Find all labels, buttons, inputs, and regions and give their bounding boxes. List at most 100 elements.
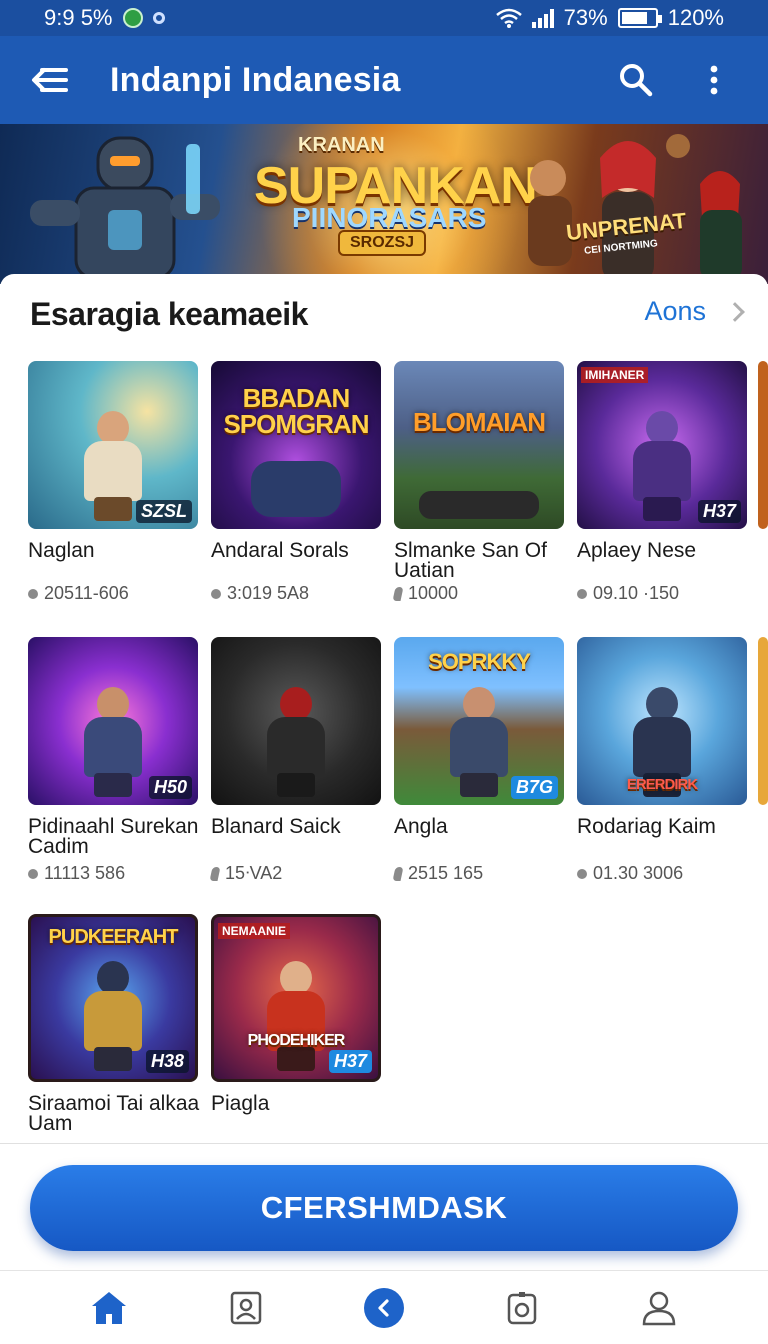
game-badge: H50 [148, 776, 192, 799]
game-card[interactable]: ERERDIRK Rodariag Kaim 01.30 3006 [577, 637, 749, 883]
app-title: Indanpi Indanesia [110, 60, 401, 99]
game-title: Slmanke San Of Uatian [394, 539, 547, 582]
nav-home[interactable] [79, 1278, 139, 1338]
dot-icon [28, 868, 38, 879]
game-card[interactable]: SZSL Naglan 20511-606 [28, 361, 200, 603]
game-title: Blanard Saick [211, 815, 341, 838]
nav-contacts[interactable] [216, 1278, 276, 1338]
status-bar: 9:9 5% 73% 120% [0, 0, 768, 36]
hamburger-menu-icon[interactable] [22, 52, 78, 108]
game-thumbnail-partial [758, 637, 768, 805]
heroes-illustration [528, 134, 742, 282]
nav-profile[interactable] [629, 1278, 689, 1338]
battery-icon [617, 8, 662, 28]
game-thumbnail: H50 [28, 637, 198, 805]
game-thumbnail: BLOMAIAN [394, 361, 564, 529]
game-card[interactable]: IMIHANER H37 Aplaey Nese 09.10 ·150 [577, 361, 749, 603]
game-meta-value: 2515 165 [408, 863, 484, 883]
wifi-icon [495, 8, 522, 28]
game-title: Rodariag Kaim [577, 815, 716, 838]
dot-icon [28, 588, 38, 599]
dot-icon [577, 868, 587, 879]
game-card[interactable]: Blanard Saick 15ᐧVA2 [209, 637, 383, 883]
game-meta: 2515 165 [392, 863, 484, 884]
game-card[interactable]: BLOMAIAN Slmanke San Of Uatian 10000 [392, 361, 566, 603]
game-meta: 15ᐧVA2 [209, 863, 283, 884]
camera-icon [507, 1291, 536, 1324]
game-thumbnail-partial [758, 361, 768, 529]
back-chevron-icon [363, 1287, 404, 1328]
primary-action-button[interactable]: CFERSHMDASK [30, 1165, 738, 1251]
banner-small-text: KRANAN [298, 134, 385, 156]
game-title: Andaral Sorals [211, 539, 349, 562]
game-card[interactable]: SOPRKKY B7G Angla 2515 165 [392, 637, 566, 883]
game-card[interactable]: NEMAANIE PHODEHIKER H37 Piagla [211, 914, 383, 1114]
game-meta: 09.10 ·150 [577, 583, 679, 604]
see-all-link[interactable]: Aons [644, 296, 745, 327]
game-badge: H38 [145, 1050, 189, 1073]
nav-center[interactable] [354, 1278, 414, 1338]
battery-percent: 120% [667, 5, 724, 30]
game-badge: B7G [510, 776, 558, 799]
see-all-label: Aons [644, 296, 706, 326]
game-meta-value: 01.30 3006 [593, 863, 684, 883]
game-thumbnail: NEMAANIE PHODEHIKER H37 [211, 914, 381, 1082]
game-meta-value: 15ᐧVA2 [225, 863, 283, 883]
bottom-navigation [0, 1270, 768, 1344]
game-badge: H37 [697, 500, 741, 523]
game-card[interactable]: H50 Pidinaahl Surekan Cadim 11113 586 [28, 637, 200, 883]
game-meta: 01.30 3006 [577, 863, 683, 884]
game-card[interactable]: PUDKEERAHT H38 Siraamoi Tai alkaa Uam [28, 914, 200, 1134]
game-meta-value: 10000 [408, 583, 459, 603]
game-thumbnail-title: BLOMAIAN [412, 407, 546, 437]
game-thumbnail-title: PUDKEERAHT [48, 926, 179, 948]
game-thumbnail-title: BBADAN SPOMGRAN [223, 383, 369, 439]
pin-icon [392, 586, 404, 601]
game-title: Siraamoi Tai alkaa Uam [28, 1092, 200, 1135]
status-time: 9:9 5% [44, 5, 113, 30]
game-badge: H37 [328, 1050, 372, 1073]
search-icon[interactable] [608, 52, 664, 108]
game-card[interactable]: BBADAN SPOMGRAN Andaral Sorals 3:019 5A8 [211, 361, 383, 603]
game-meta: 10000 [392, 583, 459, 604]
pin-icon [209, 866, 221, 881]
game-thumbnail: BBADAN SPOMGRAN [211, 361, 381, 529]
game-tag: IMIHANER [581, 367, 649, 383]
signal-percent: 73% [563, 5, 608, 30]
game-title: Naglan [28, 539, 95, 562]
game-thumbnail: ERERDIRK [577, 637, 747, 805]
game-meta: 11113 586 [28, 863, 125, 884]
game-thumbnail [211, 637, 381, 805]
app-bar: Indanpi Indanesia [0, 36, 768, 124]
game-meta-value: 11113 586 [44, 863, 126, 883]
game-thumbnail-title: SOPRKKY [428, 649, 531, 674]
promo-banner[interactable]: KRANAN SUPANKAN PIINORASARS SROZSJ UNPRE… [0, 124, 768, 284]
dot-icon [577, 588, 587, 599]
divider [0, 1143, 768, 1144]
banner-badge: SROZSJ [338, 230, 427, 256]
dot-icon [211, 588, 221, 599]
more-vertical-icon[interactable] [686, 52, 742, 108]
app-notification-icon [122, 8, 143, 28]
nav-camera[interactable] [492, 1278, 552, 1338]
game-title: Angla [394, 815, 448, 838]
content-sheet: Esaragia keamaeik Aons SZSL Naglan 20511… [0, 274, 768, 1154]
game-thumbnail: IMIHANER H37 [577, 361, 747, 529]
contact-card-icon [231, 1291, 262, 1324]
pin-icon [392, 866, 404, 881]
game-title: Aplaey Nese [577, 539, 697, 562]
game-meta: 3:019 5A8 [211, 583, 309, 604]
home-icon [91, 1291, 126, 1324]
game-tag: NEMAANIE [218, 923, 291, 939]
game-title: Piagla [211, 1092, 270, 1115]
sync-icon [152, 12, 165, 24]
game-thumbnail: SZSL [28, 361, 198, 529]
game-thumbnail-title: PHODEHIKER [247, 1032, 346, 1049]
game-thumbnail-title: ERERDIRK [626, 776, 698, 793]
game-meta-value: 09.10 ·150 [593, 583, 680, 603]
robot-hero-illustration [30, 136, 220, 280]
app-screen: 9:9 5% 73% 120% Indanpi Indanesia KRANAN… [0, 0, 768, 1344]
game-meta-value: 3:019 5A8 [227, 583, 310, 603]
game-badge: SZSL [135, 500, 192, 523]
game-thumbnail: PUDKEERAHT H38 [28, 914, 198, 1082]
